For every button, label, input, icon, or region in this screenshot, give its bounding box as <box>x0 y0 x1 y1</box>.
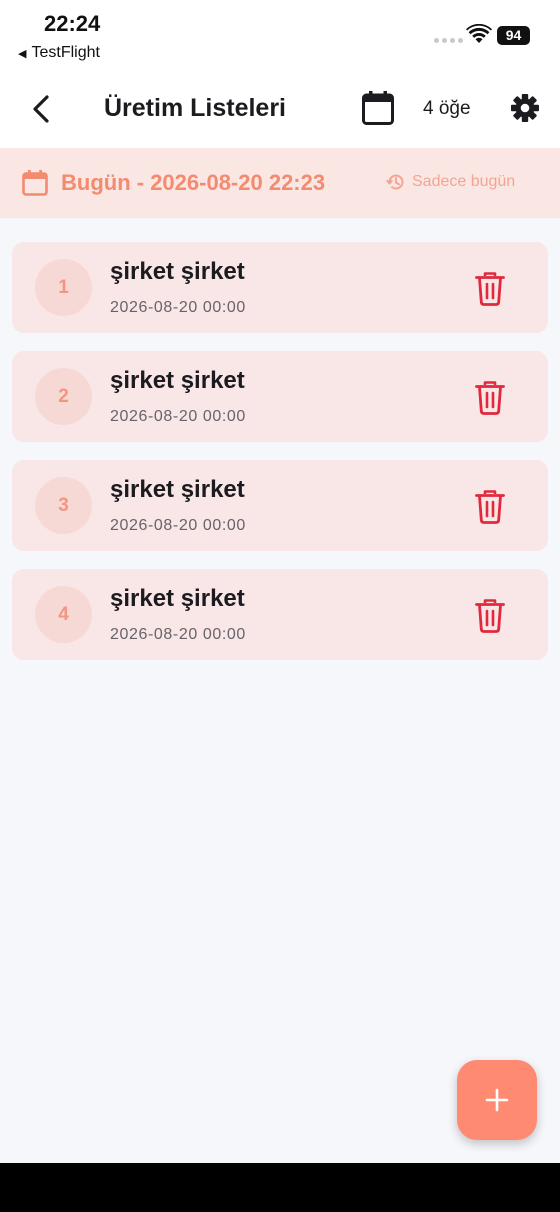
list-item[interactable]: 2 şirket şirket 2026-08-20 00:00 <box>12 351 548 442</box>
back-triangle-icon: ◀ <box>18 47 27 60</box>
item-index-badge: 4 <box>35 586 92 643</box>
item-title: şirket şirket <box>110 258 245 285</box>
trash-icon <box>475 381 505 415</box>
today-only-label: Sadece bugün <box>412 173 516 190</box>
app-bar: Üretim Listeleri 4 öğe <box>0 70 560 148</box>
delete-button[interactable] <box>471 379 509 417</box>
trash-icon <box>475 490 505 524</box>
item-date: 2026-08-20 00:00 <box>110 517 246 534</box>
screen: 22:24 ◀ TestFlight 94 Üretim Listeleri 4… <box>0 0 560 1212</box>
calendar-icon <box>362 91 394 125</box>
calendar-icon <box>22 170 48 196</box>
list-item[interactable]: 1 şirket şirket 2026-08-20 00:00 <box>12 242 548 333</box>
back-to-app-link[interactable]: ◀ TestFlight <box>18 44 100 62</box>
item-index-badge: 2 <box>35 368 92 425</box>
plus-icon <box>485 1088 509 1112</box>
cellular-signal-icon <box>434 38 463 43</box>
banner-date-text: Bugün - 2026-08-20 22:23 <box>61 170 326 195</box>
item-count-label: 4 öğe <box>423 98 471 119</box>
list-item[interactable]: 3 şirket şirket 2026-08-20 00:00 <box>12 460 548 551</box>
item-title: şirket şirket <box>110 367 245 394</box>
page-title: Üretim Listeleri <box>104 94 287 122</box>
status-bar: 22:24 ◀ TestFlight 94 <box>0 0 560 70</box>
back-app-label: TestFlight <box>31 44 100 61</box>
delete-button[interactable] <box>471 597 509 635</box>
item-date: 2026-08-20 00:00 <box>110 299 246 316</box>
status-time: 22:24 <box>44 11 101 36</box>
calendar-button[interactable] <box>358 88 398 128</box>
date-banner: Bugün - 2026-08-20 22:23 Sadece bugün <box>0 148 560 218</box>
trash-icon <box>475 599 505 633</box>
item-title: şirket şirket <box>110 476 245 503</box>
today-only-filter[interactable]: Sadece bugün <box>386 172 515 192</box>
item-index-badge: 1 <box>35 259 92 316</box>
item-date: 2026-08-20 00:00 <box>110 408 246 425</box>
item-index-badge: 3 <box>35 477 92 534</box>
add-button[interactable] <box>457 1060 537 1140</box>
bottom-bar <box>0 1163 560 1212</box>
trash-icon <box>475 272 505 306</box>
chevron-left-icon <box>33 95 49 123</box>
delete-button[interactable] <box>471 488 509 526</box>
item-date: 2026-08-20 00:00 <box>110 626 246 643</box>
gear-icon <box>511 94 539 122</box>
list-item[interactable]: 4 şirket şirket 2026-08-20 00:00 <box>12 569 548 660</box>
delete-button[interactable] <box>471 270 509 308</box>
item-title: şirket şirket <box>110 585 245 612</box>
production-list: 1 şirket şirket 2026-08-20 00:00 2 şirke… <box>12 242 548 678</box>
history-icon <box>386 174 404 190</box>
battery-indicator: 94 <box>497 26 530 45</box>
wifi-icon <box>466 24 492 43</box>
back-button[interactable] <box>24 90 58 128</box>
settings-button[interactable] <box>506 89 544 127</box>
